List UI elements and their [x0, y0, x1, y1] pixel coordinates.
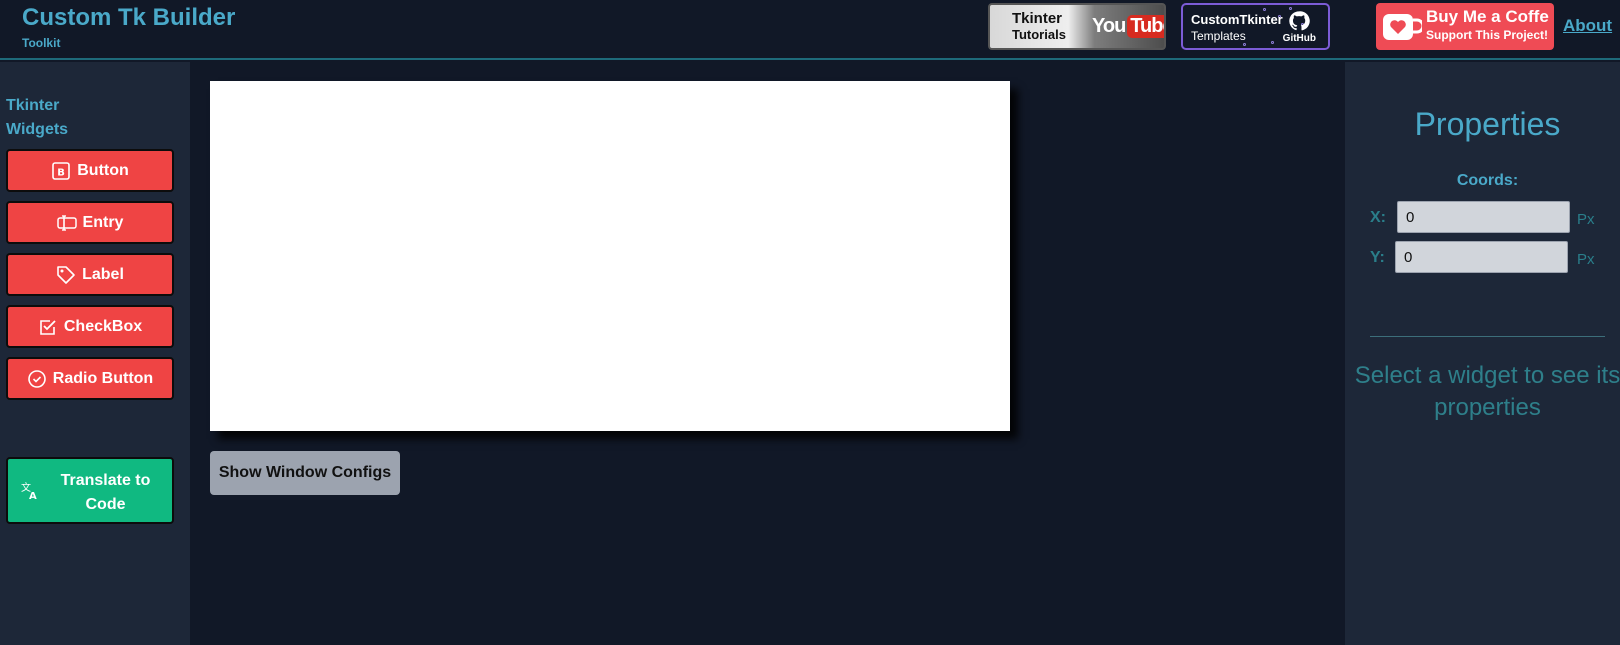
y-coord-unit: Px [1577, 251, 1595, 268]
add-label-widget[interactable]: Label [6, 253, 174, 296]
add-entry-widget[interactable]: Entry [6, 201, 174, 244]
github-badge-line2: Templates [1191, 29, 1246, 43]
youtube-logo-tube: Tube [1127, 15, 1164, 38]
github-templates-link[interactable]: CustomTkinter Templates GitHub [1181, 3, 1330, 50]
coords-label: Coords: [1456, 172, 1519, 189]
youtube-logo-you: You [1092, 15, 1126, 37]
translate-to-code-button[interactable]: 文 A Translate to Code [6, 457, 174, 524]
app-title: Custom Tk Builder [22, 4, 236, 31]
show-window-configs-button[interactable]: Show Window Configs [210, 451, 400, 495]
svg-text:B: B [57, 167, 65, 178]
properties-panel: Properties Coords: X: Px Y: Px Select a … [1345, 62, 1620, 645]
svg-text:A: A [29, 491, 37, 501]
youtube-badge-line1: Tkinter [1012, 10, 1063, 27]
app-subtitle: Toolkit [22, 36, 61, 50]
app-header: Custom Tk Builder Toolkit Tkinter Tutori… [0, 0, 1620, 60]
widget-radio-button-label: Radio Button [52, 369, 154, 387]
github-icon [1289, 11, 1311, 31]
youtube-badge-line2: Tutorials [1012, 27, 1066, 42]
y-coord-label: Y: [1370, 249, 1385, 266]
properties-title: Properties [1414, 106, 1561, 142]
coffee-cup-icon [1383, 14, 1422, 40]
widget-entry-label: Entry [82, 213, 124, 231]
widget-sidebar: Tkinter Widgets B Button Entry Label Che… [0, 62, 190, 645]
widget-checkbox-label: CheckBox [63, 317, 143, 335]
x-coord-input[interactable] [1397, 201, 1570, 233]
tag-icon [57, 265, 75, 284]
buy-me-a-coffee-link[interactable]: Buy Me a Coffe Support This Project! [1376, 3, 1554, 50]
properties-divider [1370, 336, 1605, 337]
widget-label-label: Label [82, 265, 124, 283]
add-button-widget[interactable]: B Button [6, 149, 174, 192]
y-coord-input[interactable] [1395, 241, 1568, 273]
youtube-logo-icon: You Tube [1092, 15, 1164, 38]
about-link[interactable]: About [1563, 16, 1612, 36]
design-canvas[interactable] [210, 81, 1010, 431]
properties-hint: Select a widget to see its properties [1354, 362, 1620, 421]
checkbox-icon [40, 319, 56, 335]
entry-icon [56, 214, 77, 231]
bmc-badge-line2: Support This Project! [1426, 28, 1549, 42]
translate-to-code-label: Translate to Code [60, 472, 151, 513]
x-coord-label: X: [1370, 209, 1386, 226]
radio-icon [27, 369, 46, 388]
translate-icon: 文 A [21, 481, 37, 501]
widget-button-label: Button [77, 161, 129, 179]
x-coord-unit: Px [1577, 211, 1595, 228]
bmc-badge-line1: Buy Me a Coffe [1426, 7, 1549, 26]
button-icon: B [52, 161, 71, 180]
youtube-tutorials-link[interactable]: Tkinter Tutorials You Tube [988, 3, 1166, 50]
add-checkbox-widget[interactable]: CheckBox [6, 305, 174, 348]
github-badge-line1: CustomTkinter [1191, 12, 1283, 27]
add-radio-button-widget[interactable]: Radio Button [6, 357, 174, 400]
github-badge-label: GitHub [1282, 33, 1316, 44]
sidebar-title: Tkinter Widgets [6, 97, 69, 138]
